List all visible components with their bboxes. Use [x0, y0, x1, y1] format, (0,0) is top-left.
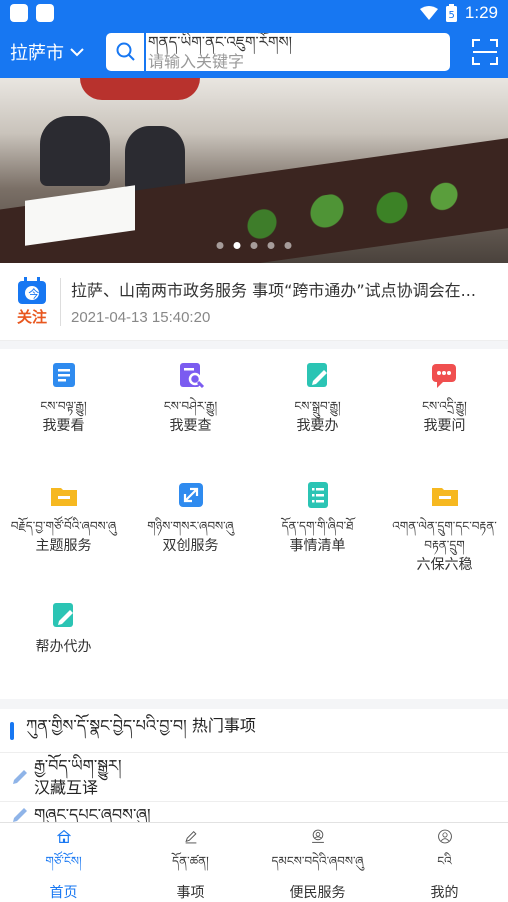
chevron-down-icon: [70, 48, 84, 57]
tab-label-tibetan: གཙོ་ངོས།: [45, 854, 82, 868]
carousel-dot[interactable]: [284, 242, 292, 249]
folder-icon: [50, 488, 77, 506]
svg-text:5: 5: [448, 10, 454, 21]
grid-item-label: 我要问: [423, 418, 466, 434]
search-placeholder: 请输入关键字: [148, 52, 245, 71]
grid-item-six-guarantees[interactable]: འགན་ལེན་དྲུག་དང་བརྟན་བརྟན་དྲུག 六保六稳: [381, 481, 508, 601]
grid-item-label-tibetan: ངས་འདྲི་རྒྱུ།: [422, 399, 467, 413]
app-header: 拉萨市 གནད་ཡིག་ནང་འཇུག་རོགས། 请输入关键字: [0, 26, 508, 78]
tab-label-tibetan: དོན་ཚན།: [172, 854, 209, 868]
grid-item-label: 事情清单: [289, 538, 346, 554]
status-bar: 5 1:29: [0, 0, 508, 26]
tab-items[interactable]: དོན་ཚན། 事项: [127, 823, 254, 902]
grid-item-innovation-service[interactable]: གཉིས་གསར་ཞབས་ཞུ 双创服务: [127, 481, 254, 601]
document-icon: [52, 363, 75, 387]
banner-carousel[interactable]: [0, 78, 508, 263]
news-title[interactable]: 拉萨、山南两市政务服务 事项“跨市通办”试点协调会在...: [71, 277, 498, 301]
pen-icon: [184, 830, 197, 844]
hot-items-section: ཀུན་གྱིས་དོ་སྣང་བྱེད་པའི་བྱ་བ། 热门事项 རྒྱ་…: [0, 709, 508, 829]
edit-doc-icon: [52, 603, 73, 627]
svg-text:今: 今: [28, 286, 39, 300]
grid-item-agent-service[interactable]: 帮办代办: [0, 601, 127, 691]
notification-icon: [10, 4, 28, 22]
carousel-indicator: [216, 242, 292, 249]
grid-item-label-tibetan: དོན་དག་གི་ཞིབ་ཐོ: [281, 519, 354, 533]
news-time: 2021-04-13 15:40:20: [71, 309, 211, 326]
tab-mine[interactable]: ངའི 我的: [381, 823, 508, 902]
grid-item-want-see[interactable]: ངས་བལྟ་རྒྱུ། 我要看: [0, 361, 127, 481]
grid-item-label-tibetan: ངས་སྒྲུབ་རྒྱུ།: [294, 399, 341, 413]
bottom-tab-bar: གཙོ་ངོས། 首页 དོན་ཚན། 事项 དམངས་བདེའི་ཞབས་ཞུ…: [0, 822, 508, 902]
section-title: ཀུན་གྱིས་དོ་སྣང་བྱེད་པའི་བྱ་བ། 热门事项: [26, 716, 256, 735]
banner-photo-detail: [80, 78, 200, 100]
pencil-icon: [13, 770, 27, 784]
grid-item-label: 主题服务: [35, 538, 92, 554]
city-selector[interactable]: 拉萨市: [10, 39, 106, 65]
tab-home[interactable]: གཙོ་ངོས། 首页: [0, 823, 127, 902]
section-header: ཀུན་གྱིས་དོ་སྣང་བྱེད་པའི་བྱ་བ། 热门事项: [0, 709, 508, 753]
chat-icon: [431, 364, 456, 388]
carousel-dot-active[interactable]: [233, 242, 241, 249]
status-time: 1:29: [464, 3, 498, 22]
list-item-label-tibetan: རྒྱ་བོད་ཡིག་སྒྱུར།: [34, 756, 122, 775]
divider: [60, 277, 61, 326]
tab-label: 我的: [430, 885, 459, 901]
banner-photo-person: [125, 126, 185, 191]
tab-label: 首页: [49, 885, 78, 901]
tab-label-tibetan: ངའི: [437, 854, 452, 868]
grid-item-label: 我要看: [42, 418, 85, 434]
grid-item-theme-service[interactable]: བརྗོད་བྱ་གཙོ་བོའི་ཞབས་ཞུ 主题服务: [0, 481, 127, 601]
list-item[interactable]: རྒྱ་བོད་ཡིག་སྒྱུར། 汉藏互译: [0, 753, 508, 802]
list-item-label: 汉藏互译: [34, 778, 99, 797]
list-icon: [307, 482, 328, 508]
grid-item-label: 双创服务: [162, 538, 219, 554]
scan-icon: [472, 39, 498, 65]
news-ticker[interactable]: 今 关注 拉萨、山南两市政务服务 事项“跨市通办”试点协调会在... 2021-…: [0, 263, 508, 341]
search-placeholder-tibetan: གནད་ཡིག་ནང་འཇུག་རོགས།: [148, 33, 293, 51]
search-doc-icon: [179, 363, 204, 389]
home-icon: [56, 829, 71, 843]
grid-item-label: 六保六稳: [416, 557, 473, 573]
tab-label-tibetan: དམངས་བདེའི་ཞབས་ཞུ: [271, 854, 364, 868]
user-icon: [437, 829, 452, 844]
news-badge-label: 关注: [16, 307, 47, 326]
service-grid: ངས་བལྟ་རྒྱུ། 我要看 ངས་བཤེར་རྒྱུ། 我要查 ངས་སྒ…: [0, 349, 508, 699]
grid-item-task-list[interactable]: དོན་དག་གི་ཞིབ་ཐོ 事情清单: [254, 481, 381, 601]
tab-public-service[interactable]: དམངས་བདེའི་ཞབས་ཞུ 便民服务: [254, 823, 381, 902]
grid-item-label: 我要查: [169, 418, 212, 434]
grid-item-label: 我要办: [296, 418, 339, 434]
calendar-icon: 今: [18, 276, 46, 304]
location-icon: [311, 829, 324, 843]
grid-item-want-ask[interactable]: ངས་འདྲི་རྒྱུ། 我要问: [381, 361, 508, 481]
grid-item-label: 帮办代办: [35, 639, 92, 655]
search-input[interactable]: གནད་ཡིག་ནང་འཇུག་རོགས། 请输入关键字: [106, 33, 450, 71]
folder-icon: [431, 488, 458, 506]
grid-item-want-do[interactable]: ངས་སྒྲུབ་རྒྱུ། 我要办: [254, 361, 381, 481]
grid-item-label-tibetan: ངས་བལྟ་རྒྱུ།: [40, 399, 87, 413]
edit-doc-icon: [306, 363, 327, 387]
section-accent: [10, 721, 14, 740]
tab-label: 事项: [176, 885, 205, 901]
expand-icon: [178, 483, 203, 507]
grid-item-want-check[interactable]: ངས་བཤེར་རྒྱུ། 我要查: [127, 361, 254, 481]
tab-label: 便民服务: [289, 885, 346, 901]
banner-photo-person: [40, 116, 110, 186]
grid-item-label-tibetan: གཉིས་གསར་ཞབས་ཞུ: [147, 519, 234, 533]
grid-item-label-tibetan: ངས་བཤེར་རྒྱུ།: [163, 399, 218, 413]
search-icon: [116, 42, 135, 61]
carousel-dot[interactable]: [267, 242, 275, 249]
carousel-dot[interactable]: [216, 242, 224, 249]
wifi-icon: [419, 6, 438, 20]
grid-item-label-tibetan: བརྗོད་བྱ་གཙོ་བོའི་ཞབས་ཞུ: [10, 519, 117, 533]
battery-icon: 5: [445, 4, 457, 22]
scan-button[interactable]: [450, 39, 498, 65]
carousel-dot[interactable]: [250, 242, 258, 249]
grid-item-label-tibetan: འགན་ལེན་དྲུག་དང་བརྟན་བརྟན་དྲུག: [392, 519, 497, 552]
news-badge: 今 关注: [10, 276, 54, 327]
notification-icon: [36, 4, 54, 22]
city-label: 拉萨市: [10, 43, 64, 64]
